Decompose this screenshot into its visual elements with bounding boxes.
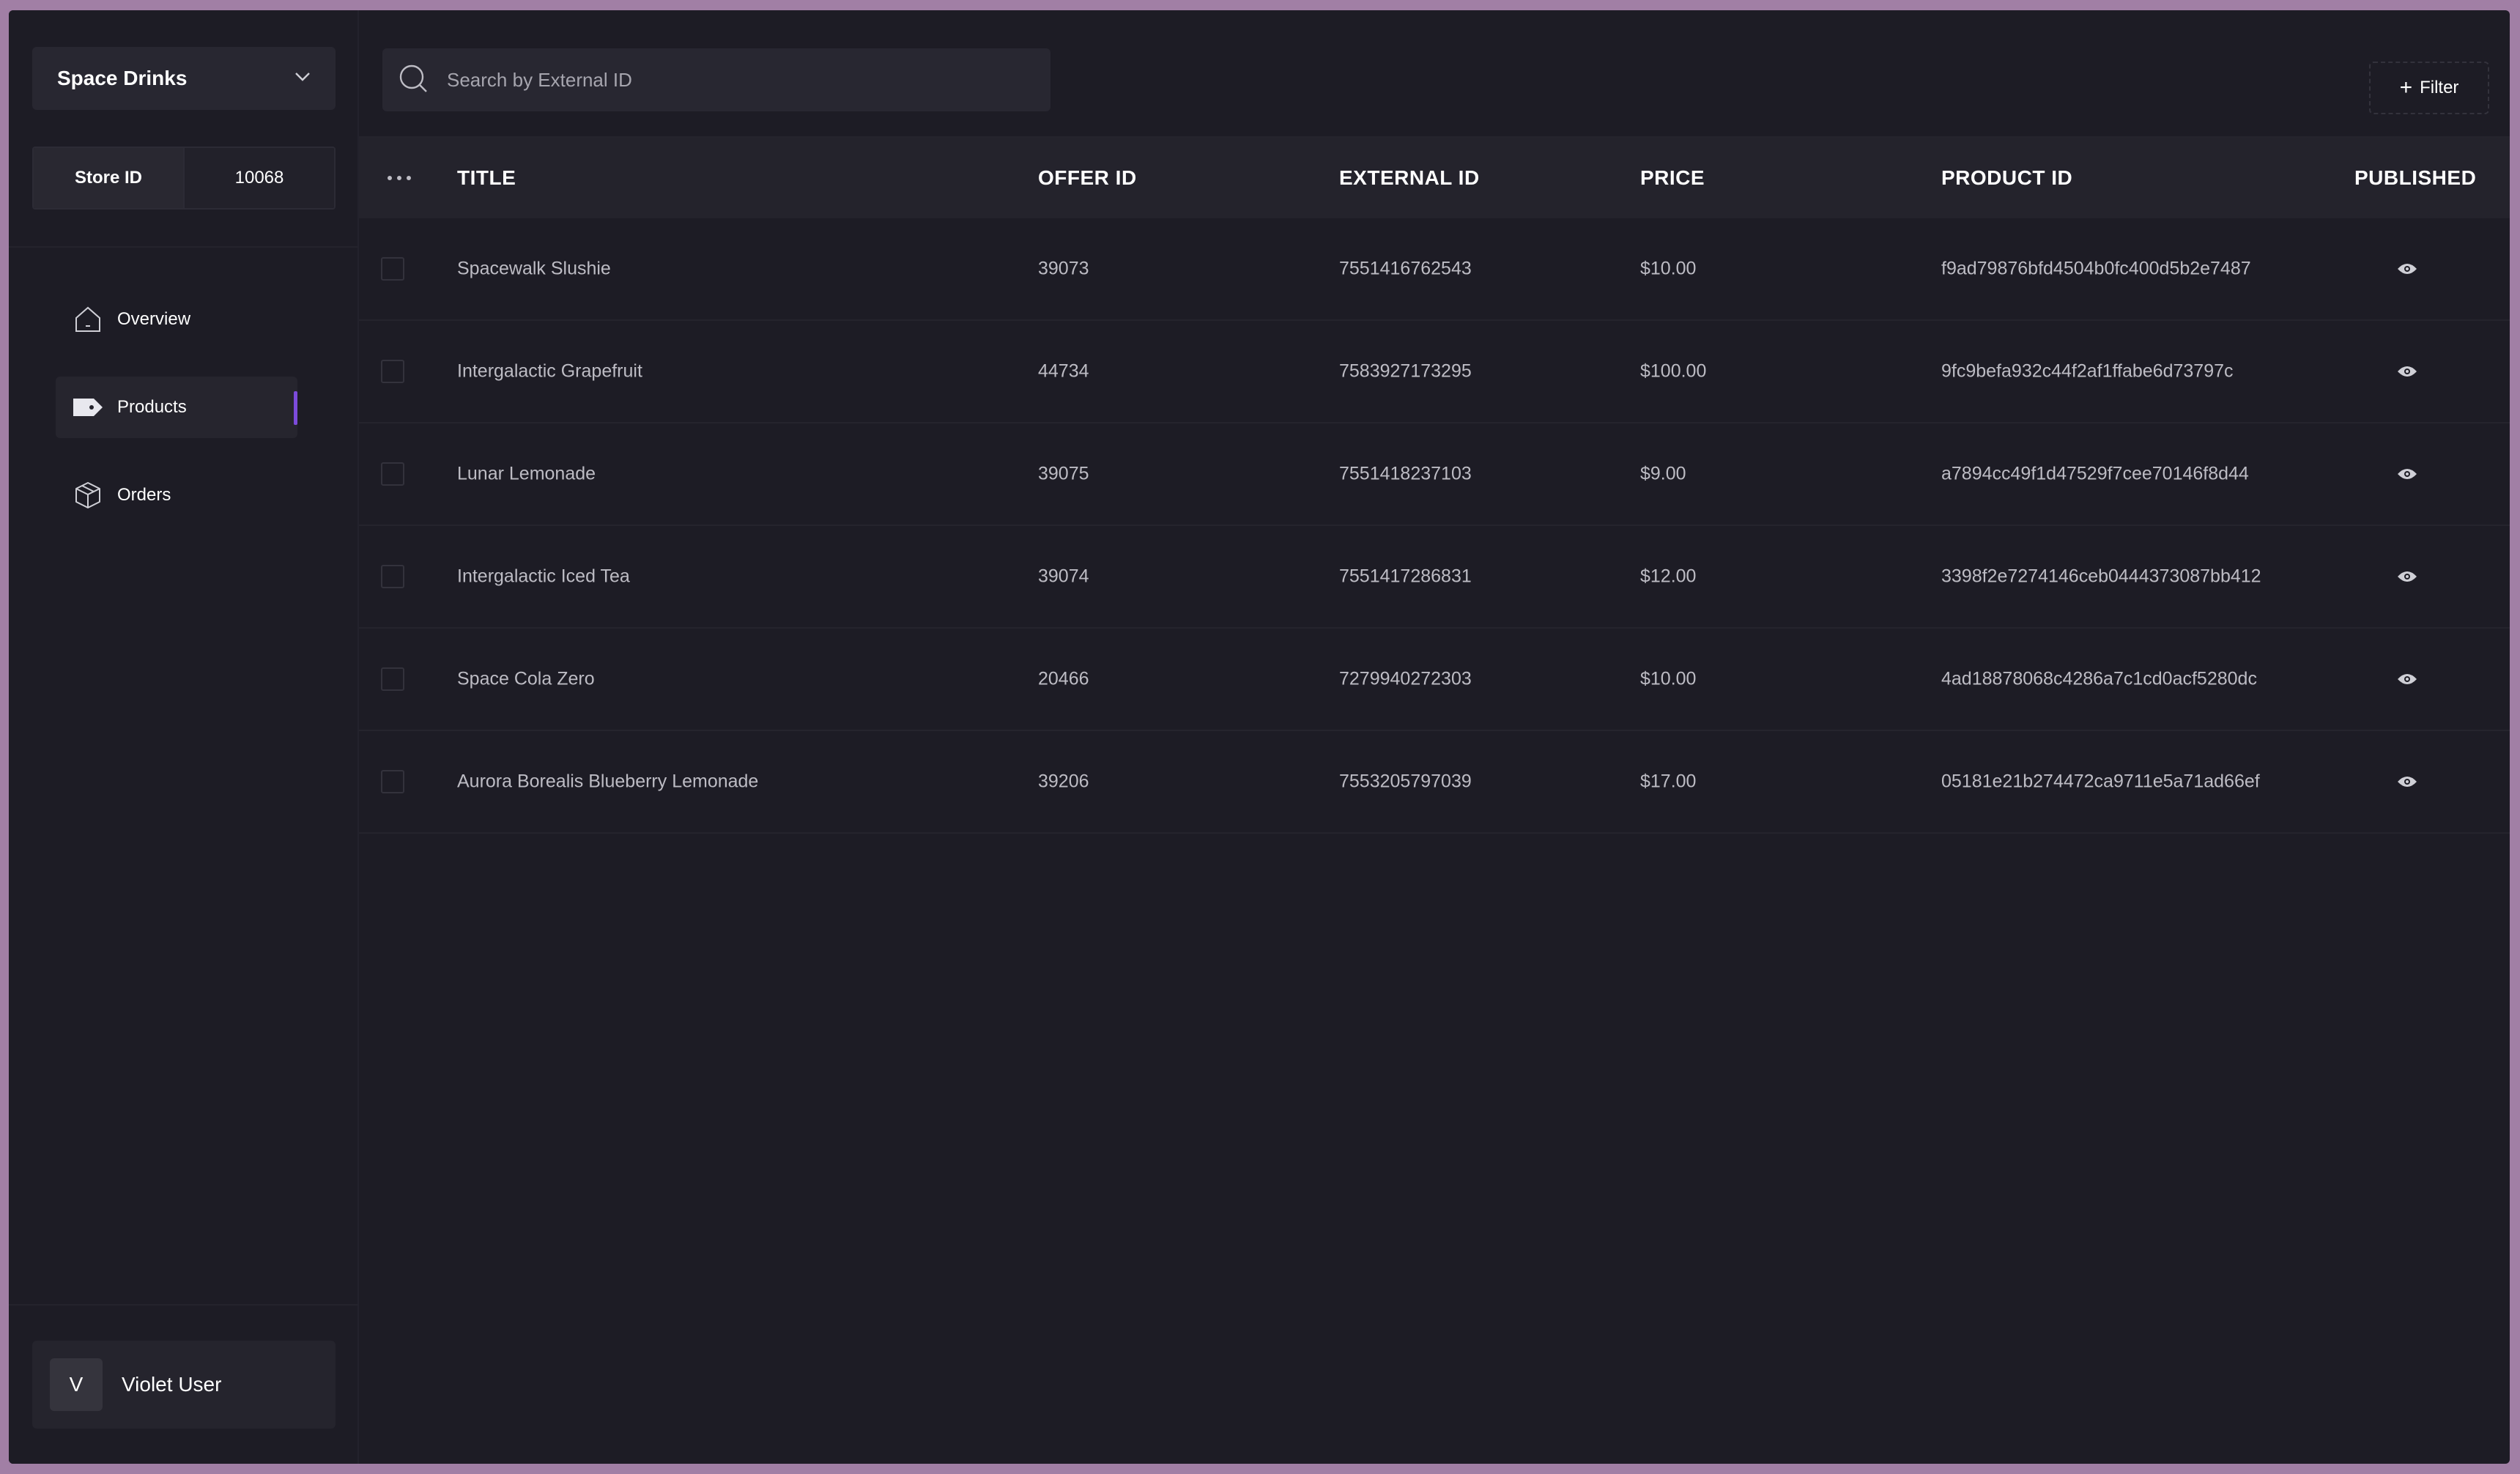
user-card[interactable]: V Violet User <box>32 1341 336 1429</box>
chevron-down-icon <box>294 72 311 86</box>
home-icon <box>72 303 104 336</box>
store-name: Space Drinks <box>57 67 188 89</box>
table-row[interactable]: Lunar Lemonade 39075 7551418237103 $9.00… <box>359 423 2510 526</box>
products-table: TITLE OFFER ID EXTERNAL ID PRICE PRODUCT… <box>359 136 2510 834</box>
avatar: V <box>50 1358 103 1411</box>
cell-title: Intergalactic Iced Tea <box>457 566 630 587</box>
sidebar-item-overview[interactable]: Overview <box>56 289 297 350</box>
store-id-label: Store ID <box>34 148 183 208</box>
sidebar-divider <box>9 1304 357 1306</box>
sidebar-item-label: Products <box>117 397 187 417</box>
column-header-title[interactable]: TITLE <box>457 166 516 190</box>
eye-icon[interactable] <box>2397 467 2417 481</box>
cell-product-id: a7894cc49f1d47529f7cee70146f8d44 <box>1941 463 2249 484</box>
sidebar-item-label: Orders <box>117 485 171 505</box>
more-options-icon[interactable] <box>387 171 412 185</box>
row-checkbox[interactable] <box>381 462 404 486</box>
eye-icon[interactable] <box>2397 672 2417 686</box>
table-row[interactable]: Spacewalk Slushie 39073 7551416762543 $1… <box>359 218 2510 321</box>
sidebar-item-products[interactable]: Products <box>56 377 297 438</box>
box-icon <box>72 479 104 511</box>
cell-product-id: 9fc9befa932c44f2af1ffabe6d73797c <box>1941 360 2234 382</box>
column-header-price[interactable]: PRICE <box>1640 166 1705 190</box>
cell-product-id: 4ad18878068c4286a7c1cd0acf5280dc <box>1941 668 2257 689</box>
sidebar-nav: Overview Products Orders <box>56 289 297 552</box>
cell-price: $9.00 <box>1640 463 1686 484</box>
cell-offer-id: 39074 <box>1038 566 1089 587</box>
cell-price: $10.00 <box>1640 668 1697 689</box>
cell-external-id: 7553205797039 <box>1339 771 1472 792</box>
cell-product-id: 05181e21b274472ca9711e5a71ad66ef <box>1941 771 2260 792</box>
table-header: TITLE OFFER ID EXTERNAL ID PRICE PRODUCT… <box>359 136 2510 218</box>
column-header-external-id[interactable]: EXTERNAL ID <box>1339 166 1480 190</box>
cell-title: Lunar Lemonade <box>457 463 596 484</box>
table-row[interactable]: Aurora Borealis Blueberry Lemonade 39206… <box>359 731 2510 834</box>
filter-button[interactable]: + Filter <box>2369 62 2489 114</box>
cell-external-id: 7551416762543 <box>1339 258 1472 279</box>
app-window: Space Drinks Store ID 10068 Overview Pro… <box>9 10 2510 1464</box>
table-row[interactable]: Intergalactic Iced Tea 39074 75514172868… <box>359 526 2510 629</box>
cell-offer-id: 39075 <box>1038 463 1089 484</box>
search-bar <box>382 48 1050 111</box>
cell-external-id: 7279940272303 <box>1339 668 1472 689</box>
cell-title: Space Cola Zero <box>457 668 595 689</box>
column-header-published[interactable]: PUBLISHED <box>2354 166 2476 190</box>
cell-title: Aurora Borealis Blueberry Lemonade <box>457 771 759 792</box>
cell-price: $17.00 <box>1640 771 1697 792</box>
cell-product-id: 3398f2e7274146ceb0444373087bb412 <box>1941 566 2261 587</box>
column-header-product-id[interactable]: PRODUCT ID <box>1941 166 2072 190</box>
main-content: + Filter TITLE OFFER ID EXTERNAL ID PRIC… <box>359 10 2510 1464</box>
table-row[interactable]: Space Cola Zero 20466 7279940272303 $10.… <box>359 629 2510 731</box>
store-selector[interactable]: Space Drinks <box>32 47 336 110</box>
sidebar-item-orders[interactable]: Orders <box>56 464 297 526</box>
search-icon <box>397 62 429 98</box>
tag-icon <box>72 391 104 423</box>
cell-external-id: 7551417286831 <box>1339 566 1472 587</box>
store-id-box: Store ID 10068 <box>32 147 336 210</box>
sidebar-divider <box>9 246 357 248</box>
cell-price: $12.00 <box>1640 566 1697 587</box>
row-checkbox[interactable] <box>381 565 404 588</box>
cell-offer-id: 39073 <box>1038 258 1089 279</box>
eye-icon[interactable] <box>2397 262 2417 276</box>
eye-icon[interactable] <box>2397 364 2417 379</box>
plus-icon: + <box>2399 75 2413 100</box>
user-name: Violet User <box>122 1373 222 1396</box>
eye-icon[interactable] <box>2397 774 2417 789</box>
row-checkbox[interactable] <box>381 257 404 281</box>
row-checkbox[interactable] <box>381 770 404 793</box>
cell-price: $100.00 <box>1640 360 1707 382</box>
cell-offer-id: 39206 <box>1038 771 1089 792</box>
row-checkbox[interactable] <box>381 667 404 691</box>
eye-icon[interactable] <box>2397 569 2417 584</box>
filter-label: Filter <box>2420 78 2459 97</box>
cell-offer-id: 20466 <box>1038 668 1089 689</box>
cell-external-id: 7583927173295 <box>1339 360 1472 382</box>
sidebar-item-label: Overview <box>117 309 191 329</box>
cell-product-id: f9ad79876bfd4504b0fc400d5b2e7487 <box>1941 258 2251 279</box>
cell-title: Intergalactic Grapefruit <box>457 360 642 382</box>
search-input[interactable] <box>445 67 1034 92</box>
cell-price: $10.00 <box>1640 258 1697 279</box>
cell-external-id: 7551418237103 <box>1339 463 1472 484</box>
cell-offer-id: 44734 <box>1038 360 1089 382</box>
cell-title: Spacewalk Slushie <box>457 258 611 279</box>
sidebar: Space Drinks Store ID 10068 Overview Pro… <box>9 10 359 1464</box>
table-row[interactable]: Intergalactic Grapefruit 44734 758392717… <box>359 321 2510 423</box>
row-checkbox[interactable] <box>381 360 404 383</box>
store-id-value: 10068 <box>183 148 334 208</box>
column-header-offer-id[interactable]: OFFER ID <box>1038 166 1137 190</box>
